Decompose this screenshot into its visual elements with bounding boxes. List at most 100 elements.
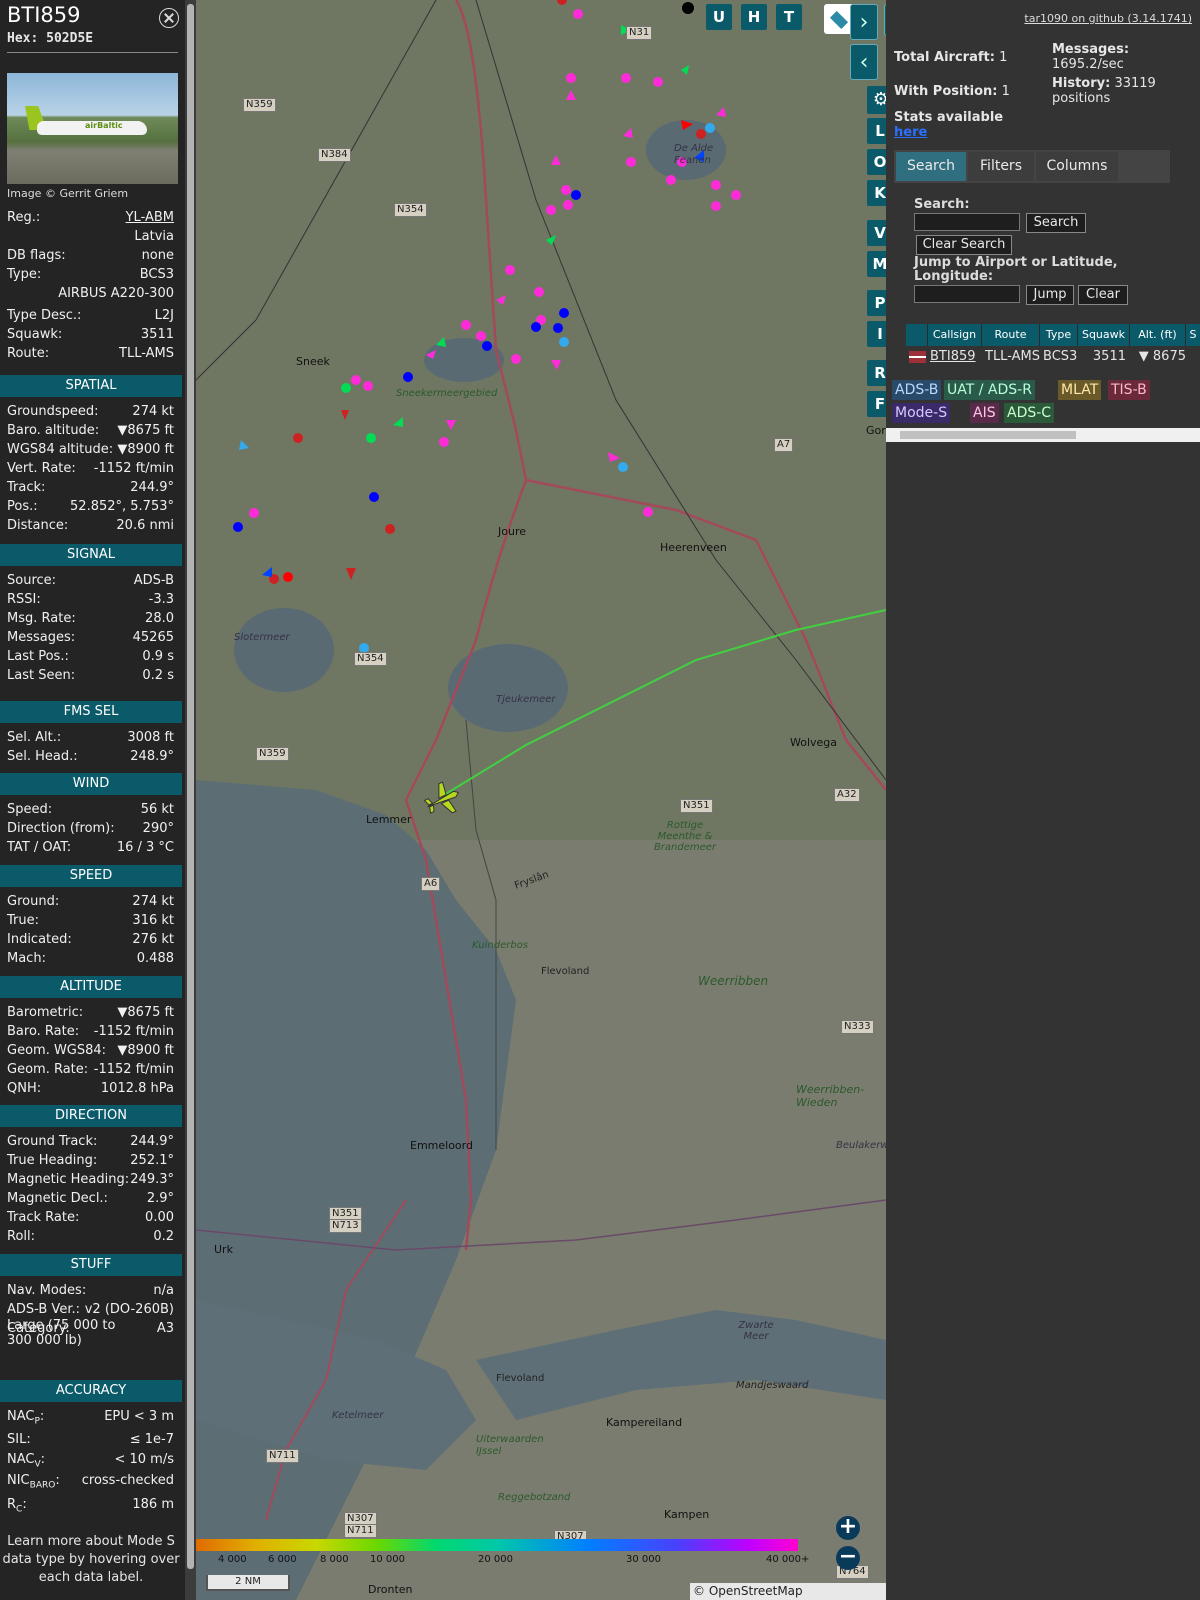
field-label[interactable]: ADS-B Ver.: bbox=[7, 1302, 80, 1317]
section-direction: DIRECTION bbox=[0, 1105, 182, 1127]
field-label[interactable]: Msg. Rate: bbox=[7, 611, 76, 626]
col-flag[interactable] bbox=[906, 324, 928, 346]
clear-search-button[interactable]: Clear Search bbox=[916, 235, 1012, 255]
github-link[interactable]: tar1090 on github (3.14.1741) bbox=[1024, 12, 1192, 25]
field-label[interactable]: RSSI: bbox=[7, 592, 41, 607]
col-callsign[interactable]: Callsign bbox=[928, 324, 982, 346]
road-shield: N384 bbox=[318, 148, 351, 162]
field-label[interactable]: Source: bbox=[7, 573, 56, 588]
field-label[interactable]: Barometric: bbox=[7, 1005, 83, 1020]
field-label[interactable]: Geom. Rate: bbox=[7, 1062, 88, 1077]
col-s[interactable]: S bbox=[1186, 324, 1200, 346]
field-label[interactable]: Sel. Alt.: bbox=[7, 730, 61, 745]
map-button-m[interactable]: M bbox=[867, 251, 886, 277]
map-button-r[interactable]: R bbox=[867, 360, 886, 386]
road-shield: N31 bbox=[626, 26, 653, 40]
zoom-in-button[interactable]: + bbox=[836, 1516, 860, 1540]
field-label[interactable]: Magnetic Decl.: bbox=[7, 1191, 108, 1206]
map-button-h[interactable]: H bbox=[741, 4, 767, 30]
map-label-sneek: Sneek bbox=[296, 355, 330, 368]
field-label[interactable]: Roll: bbox=[7, 1229, 35, 1244]
map-button-t[interactable]: T bbox=[776, 4, 802, 30]
map-scale: 2 NM bbox=[206, 1575, 290, 1591]
field-value: -1152 ft/min bbox=[93, 1062, 174, 1077]
table-horizontal-scrollbar[interactable] bbox=[886, 428, 1200, 442]
field-value: 20.6 nmi bbox=[116, 518, 174, 533]
field-label[interactable]: Baro. altitude: bbox=[7, 423, 99, 438]
map-button-p[interactable]: P bbox=[867, 290, 886, 316]
section-altitude: ALTITUDE bbox=[0, 976, 182, 998]
map-label-kuinderbos: Kuinderbos bbox=[472, 940, 529, 951]
stats-link[interactable]: here bbox=[894, 125, 927, 140]
jump-button[interactable]: Jump bbox=[1026, 285, 1074, 305]
col-alt[interactable]: Alt. (ft) bbox=[1130, 324, 1186, 346]
field-label[interactable]: Pos.: bbox=[7, 499, 38, 514]
jump-input[interactable] bbox=[914, 285, 1020, 303]
field-label[interactable]: Ground: bbox=[7, 894, 59, 909]
field-label[interactable]: Last Pos.: bbox=[7, 649, 69, 664]
tab-search[interactable]: Search bbox=[896, 152, 966, 181]
map-button-u[interactable]: U bbox=[706, 4, 732, 30]
field-label[interactable]: Magnetic Heading: bbox=[7, 1172, 129, 1187]
tab-columns[interactable]: Columns bbox=[1036, 152, 1118, 181]
map-label-urk: Urk bbox=[214, 1243, 233, 1256]
field-value: ▼8675 ft bbox=[117, 1005, 174, 1020]
field-label[interactable]: Track Rate: bbox=[7, 1210, 79, 1225]
field-label[interactable]: True: bbox=[7, 913, 39, 928]
search-input[interactable] bbox=[914, 213, 1020, 231]
gear-icon[interactable]: ⚙ bbox=[867, 86, 886, 114]
table-row[interactable]: BTI859 TLL-AMS BCS3 3511 ▼ 8675 bbox=[906, 347, 1200, 367]
field-label[interactable]: Ground Track: bbox=[7, 1134, 97, 1149]
map-button-v[interactable]: V bbox=[867, 220, 886, 246]
field-label[interactable]: Mach: bbox=[7, 951, 46, 966]
field-label[interactable]: Last Seen: bbox=[7, 668, 75, 683]
search-button[interactable]: Search bbox=[1026, 213, 1086, 233]
field-label[interactable]: Geom. WGS84: bbox=[7, 1043, 106, 1058]
map-label-slotermeer: Slotermeer bbox=[234, 632, 290, 643]
map-button-f[interactable]: F bbox=[867, 391, 886, 417]
chevron-left-icon[interactable]: ‹ bbox=[850, 44, 878, 80]
map-button-i[interactable]: I bbox=[867, 321, 886, 347]
field-label[interactable]: True Heading: bbox=[7, 1153, 97, 1168]
field-label[interactable]: Groundspeed: bbox=[7, 404, 98, 419]
field-label[interactable]: QNH: bbox=[7, 1081, 41, 1096]
scrollbar-thumb[interactable] bbox=[900, 431, 1076, 439]
scrollbar-thumb[interactable] bbox=[187, 4, 194, 1569]
clear-button[interactable]: Clear bbox=[1078, 285, 1128, 305]
sidebar-scrollbar[interactable] bbox=[185, 0, 196, 1600]
col-squawk[interactable]: Squawk bbox=[1078, 324, 1130, 346]
map-button-l[interactable]: L bbox=[867, 118, 886, 144]
close-icon[interactable] bbox=[159, 8, 179, 28]
image-credit: Image © Gerrit Griem bbox=[7, 187, 129, 200]
field-label[interactable]: Track: bbox=[7, 480, 45, 495]
field-label[interactable]: Sel. Head.: bbox=[7, 749, 78, 764]
map-button-o[interactable]: O bbox=[867, 149, 886, 175]
map-label-weerribben-wieden: Weerribben-Wieden bbox=[796, 1083, 865, 1109]
map-label-dronten: Dronten bbox=[368, 1583, 413, 1596]
field-label[interactable]: WGS84 altitude: bbox=[7, 442, 113, 457]
field-value: 290° bbox=[142, 821, 174, 836]
field-label[interactable]: Nav. Modes: bbox=[7, 1283, 86, 1298]
field-label[interactable]: Baro. Rate: bbox=[7, 1024, 79, 1039]
field-label[interactable]: Distance: bbox=[7, 518, 68, 533]
zoom-out-button[interactable]: − bbox=[836, 1546, 860, 1570]
field-value: 52.852°, 5.753° bbox=[70, 499, 174, 514]
field-label[interactable]: TAT / OAT: bbox=[7, 840, 71, 855]
aircraft-photo[interactable]: airBaltic bbox=[7, 73, 178, 184]
map-label-joure: Joure bbox=[498, 525, 526, 538]
field-label[interactable]: Messages: bbox=[7, 630, 75, 645]
field-value: 0.9 s bbox=[142, 649, 174, 664]
field-label[interactable]: Indicated: bbox=[7, 932, 72, 947]
reg-link[interactable]: YL-ABM bbox=[126, 210, 174, 225]
map-attribution[interactable]: © OpenStreetMap contributors. bbox=[690, 1583, 886, 1600]
field-label[interactable]: Vert. Rate: bbox=[7, 461, 76, 476]
field-label[interactable]: Direction (from): bbox=[7, 821, 115, 836]
map-button-k[interactable]: K bbox=[867, 180, 886, 206]
col-route[interactable]: Route bbox=[982, 324, 1040, 346]
tab-filters[interactable]: Filters bbox=[968, 152, 1034, 181]
field-label[interactable]: Speed: bbox=[7, 802, 52, 817]
row-callsign[interactable]: BTI859 bbox=[930, 347, 976, 367]
chevron-right-icon[interactable]: › bbox=[850, 4, 878, 40]
col-type[interactable]: Type bbox=[1040, 324, 1078, 346]
map-view[interactable]: Sneek Joure Heerenveen Lemmer Wolvega Em… bbox=[196, 0, 886, 1600]
